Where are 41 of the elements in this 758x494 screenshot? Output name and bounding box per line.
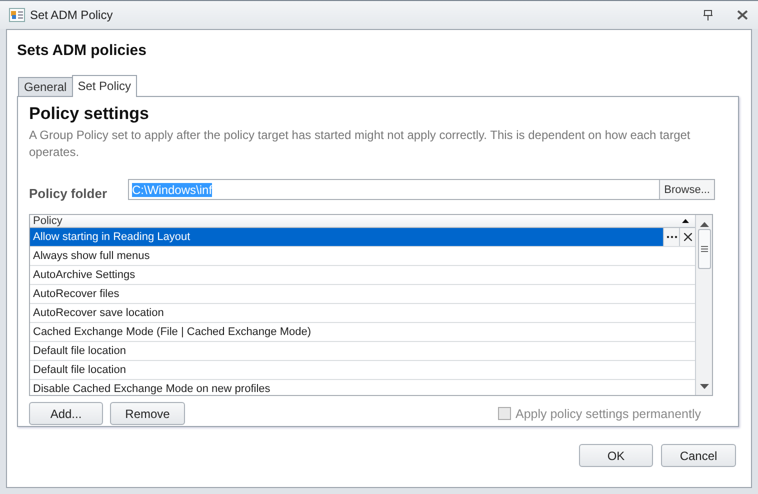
policy-name: Always show full menus [32, 250, 151, 262]
pin-icon[interactable] [703, 10, 713, 20]
field-label: Policy folder [29, 186, 108, 201]
folder-path-field[interactable]: C:\Windows\inf Browse... [128, 179, 715, 200]
table-row[interactable]: Default file location [30, 361, 695, 380]
scroll-up-icon[interactable] [700, 222, 708, 227]
checkbox-label: Apply policy settings permanently [515, 406, 701, 420]
more-button[interactable] [663, 228, 679, 246]
policy-name: AutoRecover files [32, 288, 120, 300]
policy-name: AutoArchive Settings [32, 269, 136, 281]
tab[interactable]: General [18, 77, 73, 96]
table-row[interactable]: AutoRecover files [30, 285, 695, 304]
remove-button[interactable]: Remove [110, 402, 185, 425]
dialog-heading: Sets ADM policies [17, 42, 148, 59]
table-row[interactable]: Always show full menus [30, 247, 695, 266]
policy-name: Allow starting in Reading Layout [32, 231, 192, 243]
section-title: Policy settings [29, 104, 150, 124]
cancel-button[interactable]: Cancel [661, 444, 736, 467]
table-row[interactable]: AutoArchive Settings [30, 266, 695, 285]
app-icon [9, 8, 25, 22]
ok-button[interactable]: OK [579, 444, 653, 467]
scroll-down-icon[interactable] [700, 384, 708, 389]
policy-name: Default file location [32, 364, 127, 376]
scrollbar-thumb[interactable] [698, 229, 710, 269]
policy-name: AutoRecover save location [32, 307, 165, 319]
browse-button[interactable]: Browse... [659, 180, 714, 199]
sort-arrow-icon [682, 219, 689, 223]
close-icon[interactable] [737, 10, 748, 20]
close-icon [684, 233, 692, 241]
table-row[interactable]: Cached Exchange Mode (File | Cached Exchange Mode) [30, 323, 695, 342]
remove-row-button[interactable] [679, 228, 695, 246]
tab[interactable]: Set Policy [72, 75, 138, 97]
policy-name: Default file location [32, 345, 127, 357]
description-text: A Group Policy set to apply after the policy target has started might not apply correctly. This is dependent on how each target operates. [29, 127, 692, 161]
table-row[interactable]: Default file location [30, 342, 695, 361]
window-title: Set ADM Policy [30, 8, 114, 22]
policy-name: Disable Cached Exchange Mode on new profiles [32, 383, 272, 395]
add-button[interactable]: Add... [29, 402, 103, 425]
policy-name: Cached Exchange Mode (File | Cached Exchange Mode) [32, 326, 312, 338]
table-row[interactable]: Allow starting in Reading Layout [30, 228, 695, 247]
table-row[interactable]: AutoRecover save location [30, 304, 695, 323]
